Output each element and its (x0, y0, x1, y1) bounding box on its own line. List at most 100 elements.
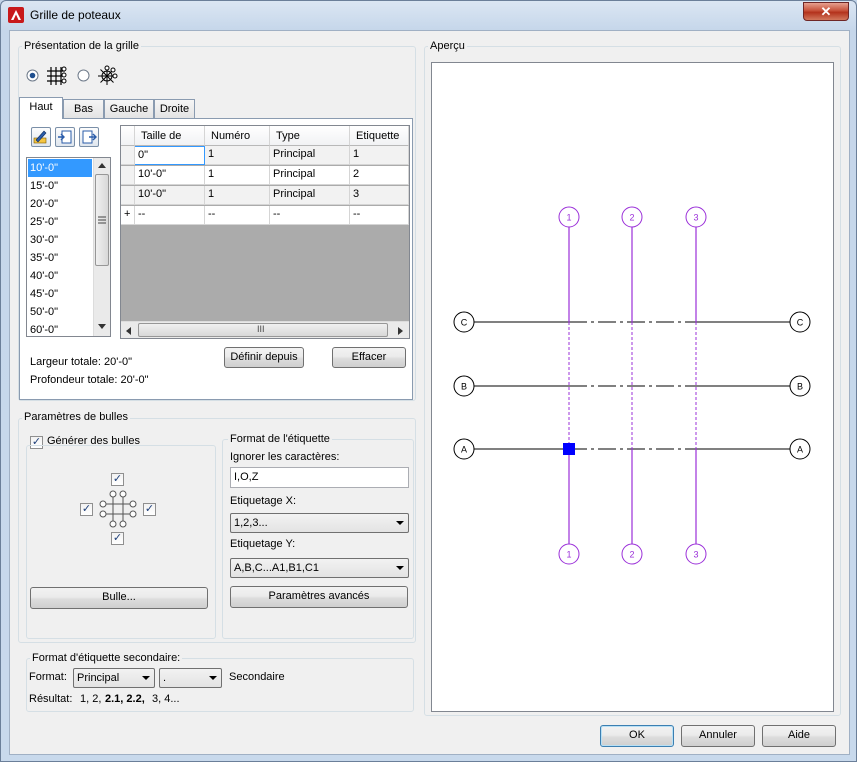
table-cell[interactable]: 1 (205, 186, 270, 205)
row-header[interactable] (121, 186, 135, 205)
column-bubble-label: 3 (693, 213, 698, 223)
new-row-marker[interactable]: + (121, 206, 135, 225)
col-header-size[interactable]: Taille de (135, 126, 205, 146)
help-button[interactable]: Aide (762, 725, 836, 747)
size-list-item[interactable]: 15'-0" (28, 177, 92, 195)
total-depth: Profondeur totale: 20'-0" (30, 374, 149, 386)
row-bubble-label: B (797, 382, 803, 392)
table-cell[interactable]: Principal (270, 186, 350, 205)
bubble-left-checkbox[interactable]: ✓ (80, 503, 93, 516)
chevron-down-icon (209, 676, 217, 680)
dialog-client-area: Présentation de la grille Haut Bas Gauch… (9, 30, 850, 755)
y-labeling-select[interactable]: A,B,C...A1,B1,C1 (230, 558, 409, 578)
table-cell[interactable]: 1 (205, 166, 270, 185)
x-labeling-value: 1,2,3... (234, 517, 268, 529)
separator-select[interactable]: . (159, 668, 222, 688)
edit-pencil-icon (33, 130, 47, 144)
format-label: Format: (29, 671, 67, 683)
col-header-number[interactable]: Numéro (205, 126, 270, 146)
format-value: Principal (77, 672, 120, 684)
row-bubble-label: A (461, 445, 467, 455)
tab-bas[interactable]: Bas (63, 99, 104, 119)
ignore-characters-input[interactable]: I,O,Z (230, 467, 409, 488)
row-bubble-label: B (461, 382, 467, 392)
total-width: Largeur totale: 20'-0" (30, 356, 133, 368)
tab-droite[interactable]: Droite (154, 99, 195, 119)
size-list-item[interactable]: 25'-0" (28, 213, 92, 231)
title-bar[interactable]: Grille de poteaux ✕ (1, 1, 856, 29)
clear-button[interactable]: Effacer (332, 347, 406, 368)
tab-haut[interactable]: Haut (19, 97, 63, 119)
size-list-item[interactable]: 30'-0" (28, 231, 92, 249)
grid-spacing-table[interactable]: Taille de Numéro Type Etiquette 0" 1 Princ… (120, 125, 410, 339)
ok-button[interactable]: OK (600, 725, 674, 747)
size-list[interactable]: 10'-0" 15'-0" 20'-0" 25'-0" 30'-0" 35'-0" 40'-… (26, 157, 111, 337)
radial-grid-icon (98, 65, 118, 85)
secondary-label-title: Format d'étiquette secondaire: (30, 652, 183, 664)
define-from-button[interactable]: Définir depuis (224, 347, 304, 368)
rectangular-grid-radio[interactable] (26, 69, 41, 84)
close-button[interactable]: ✕ (803, 2, 849, 21)
insert-button[interactable] (55, 127, 75, 147)
preview-title: Aperçu (428, 40, 467, 52)
rectangular-grid-icon (47, 66, 67, 85)
size-list-item[interactable]: 10'-0" (28, 159, 92, 177)
table-cell[interactable]: 10'-0" (135, 166, 205, 185)
row-bubble-label: C (797, 318, 804, 328)
table-corner (121, 126, 135, 146)
table-cell[interactable]: 3 (350, 186, 409, 205)
radial-grid-radio[interactable] (77, 69, 92, 84)
col-header-type[interactable]: Type (270, 126, 350, 146)
cancel-button[interactable]: Annuler (681, 725, 755, 747)
scroll-left-arrow-icon[interactable] (125, 327, 131, 335)
table-cell[interactable]: Principal (270, 166, 350, 185)
tab-panel-haut: 10'-0" 15'-0" 20'-0" 25'-0" 30'-0" 35'-0" 40'-… (19, 118, 413, 400)
size-list-item[interactable]: 50'-0" (28, 303, 92, 321)
row-header[interactable] (121, 146, 135, 165)
export-button[interactable] (79, 127, 99, 147)
ignore-characters-label: Ignorer les caractères: (230, 451, 340, 463)
x-labeling-select[interactable]: 1,2,3... (230, 513, 409, 533)
table-cell[interactable]: 1 (205, 146, 270, 165)
bubble-right-checkbox[interactable]: ✓ (143, 503, 156, 516)
table-cell[interactable]: 2 (350, 166, 409, 185)
chevron-down-icon (396, 521, 404, 525)
chevron-down-icon (142, 676, 150, 680)
col-header-label[interactable]: Etiquette (350, 126, 409, 146)
table-cell[interactable]: 0" (135, 146, 205, 165)
row-header[interactable] (121, 166, 135, 185)
chevron-down-icon (396, 566, 404, 570)
result-label: Résultat: (29, 693, 73, 705)
size-list-item[interactable]: 40'-0" (28, 267, 92, 285)
scroll-up-arrow-icon[interactable] (98, 162, 106, 168)
column-bubble-label: 3 (693, 550, 698, 560)
bubble-bottom-checkbox[interactable]: ✓ (111, 532, 124, 545)
separator-value: . (163, 672, 167, 684)
new-row-cell[interactable]: -- (205, 206, 270, 225)
size-list-item[interactable]: 35'-0" (28, 249, 92, 267)
result-bold: 2.1, 2.2, (105, 693, 145, 705)
table-hscrollbar[interactable]: III (121, 321, 409, 338)
scroll-right-arrow-icon[interactable] (398, 327, 404, 335)
size-list-scrollbar[interactable] (93, 158, 110, 336)
table-cell[interactable]: 1 (350, 146, 409, 165)
bubble-button[interactable]: Bulle... (30, 587, 208, 609)
tab-gauche[interactable]: Gauche (104, 99, 154, 119)
preview-canvas: C C B B A A 1 1 2 2 3 3 (431, 62, 834, 712)
scroll-down-arrow-icon[interactable] (98, 324, 106, 330)
column-bubble-label: 1 (566, 550, 571, 560)
new-row-cell[interactable]: -- (135, 206, 205, 225)
bubble-top-checkbox[interactable]: ✓ (111, 473, 124, 486)
table-cell[interactable]: Principal (270, 146, 350, 165)
row-bubble-label: C (461, 318, 468, 328)
size-list-item[interactable]: 60'-0" (28, 321, 92, 339)
new-row-cell[interactable]: -- (350, 206, 409, 225)
edit-button[interactable] (31, 127, 51, 147)
new-row-cell[interactable]: -- (270, 206, 350, 225)
size-list-item[interactable]: 45'-0" (28, 285, 92, 303)
size-list-item[interactable]: 20'-0" (28, 195, 92, 213)
advanced-settings-button[interactable]: Paramètres avancés (230, 586, 408, 608)
format-select[interactable]: Principal (73, 668, 155, 688)
export-icon (82, 130, 97, 144)
table-cell[interactable]: 10'-0" (135, 186, 205, 205)
